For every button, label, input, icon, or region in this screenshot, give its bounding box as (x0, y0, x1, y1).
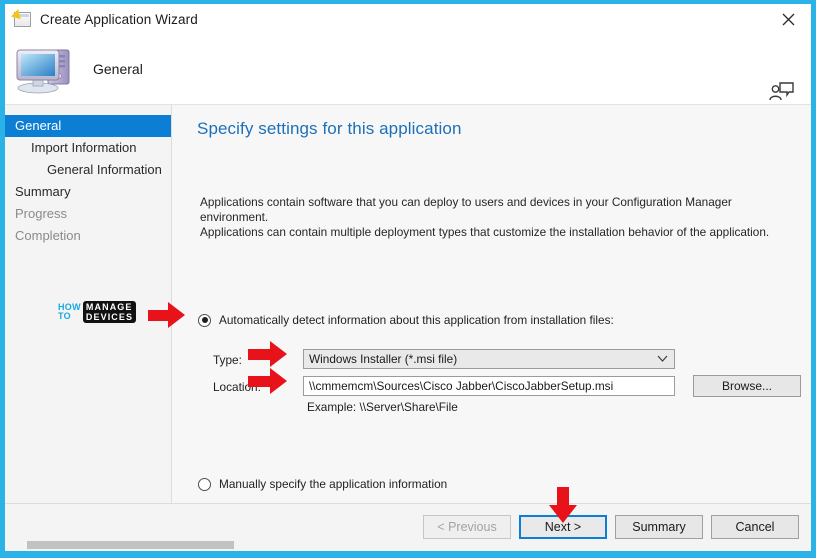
auto-detect-radio-label: Automatically detect information about t… (219, 313, 614, 327)
watermark-to: TO (58, 311, 71, 321)
title-bar: Create Application Wizard (5, 4, 811, 34)
type-dropdown-value: Windows Installer (*.msi file) (309, 352, 458, 366)
manual-specify-radio[interactable] (198, 477, 211, 491)
annotation-arrow-radio-shaft (148, 310, 170, 321)
wizard-window-icon (14, 11, 31, 27)
description-line-2: Applications can contain multiple deploy… (200, 225, 770, 239)
auto-detect-radio-row[interactable]: Automatically detect information about t… (198, 313, 614, 327)
location-example-text: Example: \\Server\Share\File (307, 400, 458, 414)
sidebar-item-general-information[interactable]: General Information (5, 159, 171, 181)
wizard-window: Create Application Wizard General Genera… (5, 4, 811, 551)
manual-specify-radio-row[interactable]: Manually specify the application informa… (198, 477, 447, 491)
wizard-sidebar: General Import Information General Infor… (5, 105, 172, 551)
watermark-box: MANAGE DEVICES (82, 301, 137, 323)
summary-button[interactable]: Summary (615, 515, 703, 539)
wizard-footer: < Previous Next > Summary Cancel (5, 503, 811, 551)
browse-button[interactable]: Browse... (693, 375, 801, 397)
description-line-1: Applications contain software that you c… (200, 195, 732, 224)
annotation-arrow-type-shaft (248, 349, 272, 360)
header-page-label: General (93, 61, 143, 77)
type-label: Type: (213, 353, 242, 367)
computer-icon (15, 43, 77, 95)
annotation-arrow-location-shaft (248, 376, 272, 387)
sidebar-item-progress[interactable]: Progress (5, 203, 171, 225)
watermark-devices: DEVICES (85, 312, 134, 322)
annotation-arrow-type (270, 341, 287, 367)
location-input[interactable]: \\cmmemcm\Sources\Cisco Jabber\CiscoJabb… (303, 376, 675, 396)
auto-detect-radio[interactable] (198, 313, 211, 327)
wizard-body: General Import Information General Infor… (5, 105, 811, 551)
watermark-logo: HOW TO MANAGE DEVICES (58, 301, 137, 323)
application-window-screenshot: Create Application Wizard General Genera… (0, 0, 816, 558)
previous-button[interactable]: < Previous (423, 515, 511, 539)
sidebar-item-completion[interactable]: Completion (5, 225, 171, 247)
wizard-content-pane: Specify settings for this application Ap… (173, 105, 811, 551)
help-person-icon[interactable] (769, 78, 795, 102)
wizard-header: General (5, 34, 811, 105)
close-icon (782, 13, 794, 25)
type-dropdown[interactable]: Windows Installer (*.msi file) (303, 349, 675, 369)
manual-specify-radio-label: Manually specify the application informa… (219, 477, 448, 491)
sidebar-item-import-information[interactable]: Import Information (5, 137, 171, 159)
window-title: Create Application Wizard (40, 11, 198, 27)
close-button[interactable] (771, 6, 805, 32)
annotation-arrow-radio (168, 302, 185, 328)
border-top (0, 0, 816, 4)
border-left (0, 0, 5, 558)
border-bottom (0, 551, 816, 558)
chevron-down-icon (657, 355, 668, 362)
page-description: Applications contain software that you c… (200, 195, 790, 240)
border-right (811, 0, 816, 558)
sidebar-item-general[interactable]: General (5, 115, 171, 137)
horizontal-scrollbar[interactable] (27, 541, 234, 549)
annotation-arrow-location (270, 368, 287, 394)
annotation-arrow-next (549, 505, 577, 523)
watermark-howto: HOW TO (58, 302, 81, 322)
page-title: Specify settings for this application (197, 119, 462, 138)
watermark-manage: MANAGE (85, 302, 133, 312)
sidebar-item-summary[interactable]: Summary (5, 181, 171, 203)
cancel-button[interactable]: Cancel (711, 515, 799, 539)
